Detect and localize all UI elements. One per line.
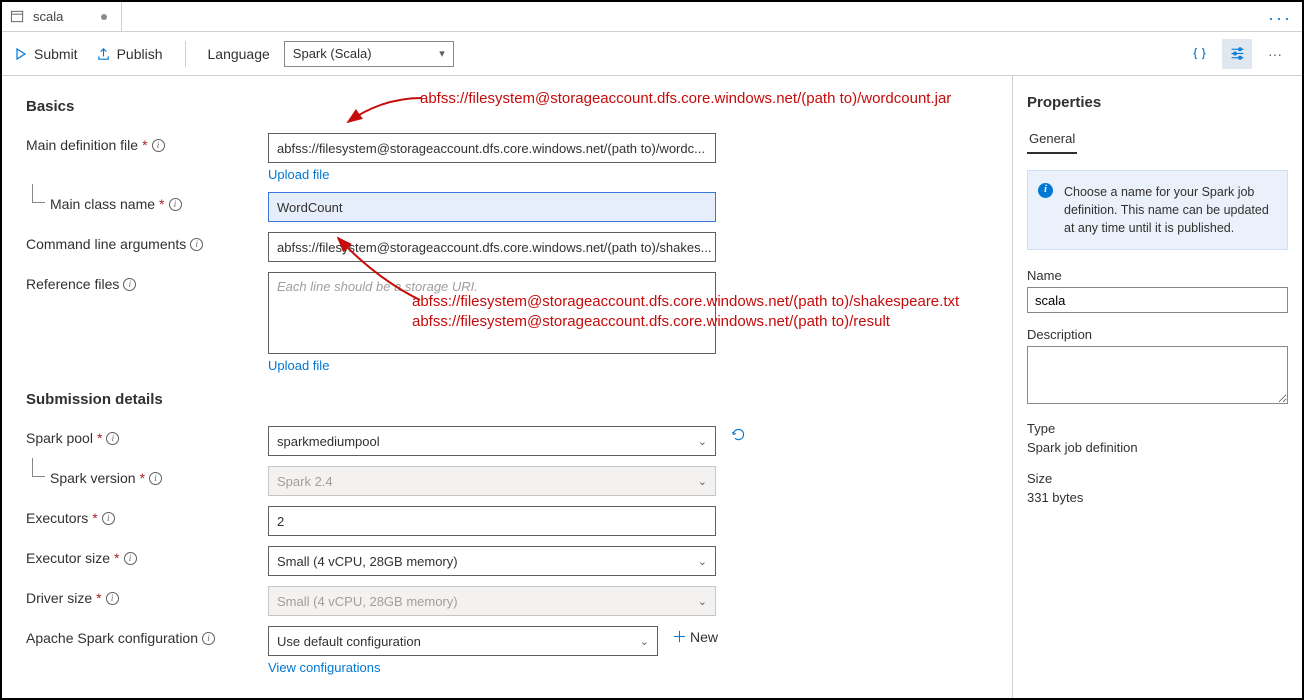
apache-conf-label: Apache Spark configuration i bbox=[26, 626, 268, 646]
tab-general[interactable]: General bbox=[1027, 125, 1077, 154]
cmd-args-label: Command line arguments i bbox=[26, 232, 268, 252]
chevron-down-icon: ⌄ bbox=[698, 555, 707, 568]
upload-icon bbox=[96, 46, 111, 61]
toolbar-separator bbox=[185, 41, 186, 67]
settings-panel-button[interactable] bbox=[1222, 39, 1252, 69]
main-class-label: Main class name* i bbox=[50, 192, 268, 212]
plus-icon: ＋ bbox=[672, 626, 687, 647]
submit-button[interactable]: Submit bbox=[14, 46, 78, 62]
driver-size-label: Driver size* i bbox=[26, 586, 268, 606]
info-icon: i bbox=[1038, 183, 1053, 198]
language-value: Spark (Scala) bbox=[293, 46, 372, 61]
spark-version-label: Spark version* i bbox=[50, 466, 268, 486]
name-input[interactable] bbox=[1027, 287, 1288, 313]
info-icon[interactable]: i bbox=[106, 592, 119, 605]
spark-pool-label: Spark pool* i bbox=[26, 426, 268, 446]
upload-ref-files[interactable]: Upload file bbox=[268, 358, 716, 373]
info-icon[interactable]: i bbox=[124, 552, 137, 565]
info-icon[interactable]: i bbox=[123, 278, 136, 291]
driver-size-select: Small (4 vCPU, 28GB memory)⌄ bbox=[268, 586, 716, 616]
annotation-text: abfss://filesystem@storageaccount.dfs.co… bbox=[412, 293, 959, 310]
file-icon bbox=[10, 9, 25, 24]
info-icon[interactable]: i bbox=[202, 632, 215, 645]
info-icon[interactable]: i bbox=[190, 238, 203, 251]
description-label: Description bbox=[1027, 327, 1288, 342]
tab-overflow-button[interactable]: ··· bbox=[1268, 8, 1292, 29]
apache-conf-select[interactable]: Use default configuration⌄ bbox=[268, 626, 658, 656]
chevron-down-icon: ⌄ bbox=[698, 435, 707, 448]
info-callout: i Choose a name for your Spark job defin… bbox=[1027, 170, 1288, 250]
spark-version-select: Spark 2.4⌄ bbox=[268, 466, 716, 496]
annotation-text: abfss://filesystem@storageaccount.dfs.co… bbox=[412, 313, 890, 330]
info-icon[interactable]: i bbox=[102, 512, 115, 525]
chevron-down-icon: ▾ bbox=[439, 47, 445, 60]
publish-button[interactable]: Publish bbox=[96, 46, 163, 62]
code-preview-button[interactable] bbox=[1184, 39, 1214, 69]
info-icon[interactable]: i bbox=[152, 139, 165, 152]
spark-pool-select[interactable]: sparkmediumpool⌄ bbox=[268, 426, 716, 456]
chevron-down-icon: ⌄ bbox=[698, 475, 707, 488]
play-icon bbox=[14, 47, 28, 61]
view-configurations-link[interactable]: View configurations bbox=[268, 660, 658, 675]
overflow-button[interactable]: ··· bbox=[1260, 39, 1290, 69]
submission-heading: Submission details bbox=[26, 391, 988, 408]
language-dropdown[interactable]: Spark (Scala) ▾ bbox=[284, 41, 454, 67]
refresh-icon[interactable] bbox=[730, 426, 747, 443]
properties-heading: Properties bbox=[1027, 94, 1288, 111]
description-input[interactable] bbox=[1027, 346, 1288, 404]
publish-label: Publish bbox=[117, 46, 163, 62]
language-label: Language bbox=[208, 46, 270, 62]
tab-bar: scala ··· bbox=[2, 2, 1302, 32]
toolbar: Submit Publish Language Spark (Scala) ▾ … bbox=[2, 32, 1302, 76]
size-value: 331 bytes bbox=[1027, 490, 1288, 505]
properties-panel: Properties General i Choose a name for y… bbox=[1012, 76, 1302, 698]
tab-title: scala bbox=[33, 9, 63, 24]
main-panel: Basics Main definition file* i abfss://f… bbox=[2, 76, 1012, 698]
size-label: Size bbox=[1027, 471, 1288, 486]
chevron-down-icon: ⌄ bbox=[698, 595, 707, 608]
name-label: Name bbox=[1027, 268, 1288, 283]
chevron-down-icon: ⌄ bbox=[640, 635, 649, 648]
type-label: Type bbox=[1027, 421, 1288, 436]
executor-size-label: Executor size* i bbox=[26, 546, 268, 566]
executor-size-select[interactable]: Small (4 vCPU, 28GB memory)⌄ bbox=[268, 546, 716, 576]
upload-main-def[interactable]: Upload file bbox=[268, 167, 716, 182]
new-label: New bbox=[690, 629, 718, 645]
ref-files-label: Reference files i bbox=[26, 272, 268, 292]
type-value: Spark job definition bbox=[1027, 440, 1288, 455]
submit-label: Submit bbox=[34, 46, 78, 62]
main-class-input[interactable]: WordCount bbox=[268, 192, 716, 222]
info-icon[interactable]: i bbox=[106, 432, 119, 445]
executors-input[interactable]: 2 bbox=[268, 506, 716, 536]
cmd-args-input[interactable]: abfss://filesystem@storageaccount.dfs.co… bbox=[268, 232, 716, 262]
sliders-icon bbox=[1229, 45, 1246, 62]
annotation-text: abfss://filesystem@storageaccount.dfs.co… bbox=[420, 90, 951, 107]
braces-icon bbox=[1191, 45, 1208, 62]
main-def-input[interactable]: abfss://filesystem@storageaccount.dfs.co… bbox=[268, 133, 716, 163]
main-def-label: Main definition file* i bbox=[26, 133, 268, 153]
info-icon[interactable]: i bbox=[169, 198, 182, 211]
new-config-button[interactable]: ＋ New bbox=[658, 626, 732, 647]
file-tab[interactable]: scala bbox=[2, 2, 122, 31]
unsaved-dot-icon bbox=[101, 14, 107, 20]
executors-label: Executors* i bbox=[26, 506, 268, 526]
info-icon[interactable]: i bbox=[149, 472, 162, 485]
